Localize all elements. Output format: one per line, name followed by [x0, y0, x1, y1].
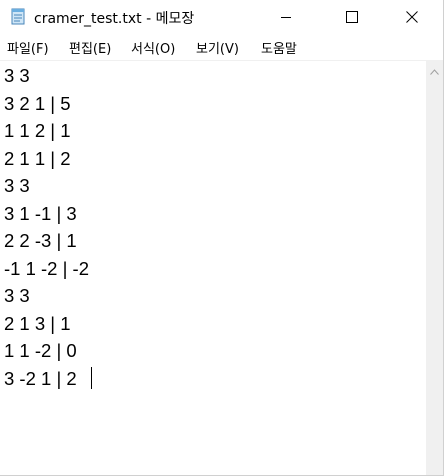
maximize-icon [346, 8, 358, 27]
menu-bar: 파일(F) 편집(E) 서식(O) 보기(V) 도움말 [0, 34, 443, 61]
chevron-up-icon [430, 60, 439, 79]
menu-edit[interactable]: 편집(E) [69, 38, 111, 57]
text-line: 2 1 3 | 1 [4, 313, 71, 334]
title-bar[interactable]: cramer_test.txt - 메모장 [0, 0, 443, 34]
text-line: -1 1 -2 | -2 [4, 258, 90, 279]
text-line: 3 2 1 | 5 [4, 93, 71, 114]
text-line: 3 3 [4, 65, 30, 86]
menu-view[interactable]: 보기(V) [196, 38, 239, 57]
text-line: 2 2 -3 | 1 [4, 230, 77, 251]
text-line: 2 1 1 | 2 [4, 148, 71, 169]
text-line: 1 1 -2 | 0 [4, 340, 77, 361]
close-icon [406, 8, 418, 27]
minimize-icon [280, 8, 292, 27]
menu-help[interactable]: 도움말 [261, 38, 297, 57]
menu-file[interactable]: 파일(F) [7, 38, 49, 57]
minimize-button[interactable] [263, 0, 309, 34]
text-editor-area[interactable]: 3 3 3 2 1 | 5 1 1 2 | 1 2 1 1 | 2 3 3 3 … [0, 61, 426, 475]
text-line: 3 -2 1 | 2 [4, 368, 77, 389]
text-caret [91, 367, 92, 389]
text-line: 3 3 [4, 175, 30, 196]
maximize-button[interactable] [329, 0, 375, 34]
window-title: cramer_test.txt - 메모장 [34, 11, 195, 27]
text-line: 1 1 2 | 1 [4, 120, 71, 141]
text-line: 3 1 -1 | 3 [4, 203, 77, 224]
notepad-icon [9, 7, 27, 25]
text-line: 3 3 [4, 285, 30, 306]
close-button[interactable] [389, 0, 435, 34]
menu-format[interactable]: 서식(O) [131, 38, 175, 57]
scroll-up-button[interactable] [426, 61, 443, 78]
vertical-scrollbar[interactable] [426, 61, 443, 475]
notepad-window: cramer_test.txt - 메모장 파일(F) 편집(E) 서식(O) … [0, 0, 444, 476]
